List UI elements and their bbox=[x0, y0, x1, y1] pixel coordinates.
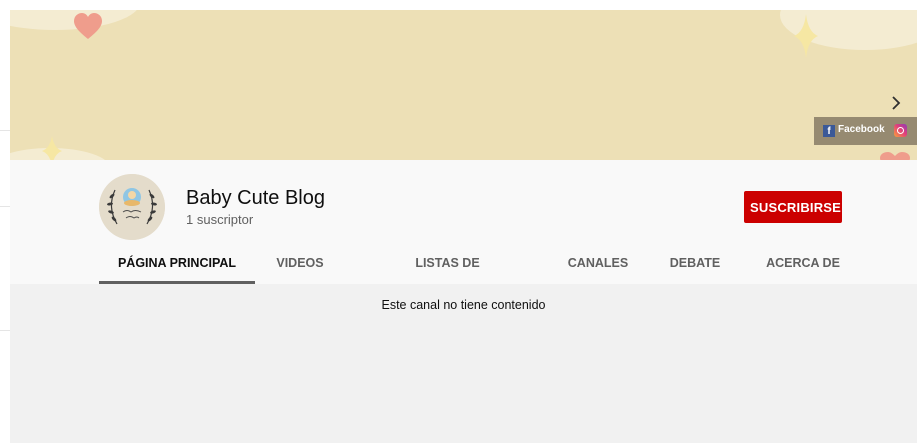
subscriber-count: 1 suscriptor bbox=[186, 212, 254, 227]
tab-discussion[interactable]: DEBATE bbox=[665, 244, 725, 282]
banner-links: f Facebook bbox=[814, 117, 917, 145]
channel-avatar[interactable] bbox=[99, 174, 165, 240]
channel-name[interactable]: Baby Cute Blog bbox=[186, 187, 325, 210]
chevron-right-icon[interactable] bbox=[890, 96, 902, 110]
subscribe-button[interactable]: SUSCRIBIRSE bbox=[744, 191, 842, 223]
rail-divider bbox=[0, 330, 10, 331]
sparkle-decoration-icon bbox=[794, 14, 818, 58]
rail-divider bbox=[0, 130, 10, 131]
sparkle-decoration-icon bbox=[42, 136, 62, 160]
tab-playlists[interactable]: LISTAS DE REPRODUCCIÓN bbox=[365, 244, 530, 308]
channel-header: Baby Cute Blog 1 suscriptor SUSCRIBIRSE … bbox=[10, 160, 917, 308]
tab-videos[interactable]: VIDEOS bbox=[272, 244, 328, 282]
tab-channels[interactable]: CANALES bbox=[562, 244, 634, 282]
tab-about[interactable]: ACERCA DE bbox=[762, 244, 844, 282]
channel-content: Este canal no tiene contenido bbox=[10, 284, 917, 443]
heart-decoration-icon bbox=[880, 152, 910, 160]
channel-tabs: PÁGINA PRINCIPAL VIDEOS LISTAS DE REPROD… bbox=[10, 244, 917, 308]
rail-divider bbox=[0, 206, 10, 207]
channel-avatar-wreath-icon bbox=[99, 174, 165, 240]
facebook-link[interactable]: Facebook bbox=[838, 124, 885, 135]
facebook-icon[interactable]: f bbox=[823, 125, 835, 137]
empty-channel-message: Este canal no tiene contenido bbox=[381, 298, 546, 312]
heart-decoration-icon bbox=[74, 13, 102, 39]
instagram-icon[interactable] bbox=[894, 124, 907, 137]
tab-home[interactable]: PÁGINA PRINCIPAL bbox=[99, 244, 255, 284]
left-rail bbox=[0, 0, 10, 443]
channel-banner: f Facebook bbox=[10, 10, 917, 160]
